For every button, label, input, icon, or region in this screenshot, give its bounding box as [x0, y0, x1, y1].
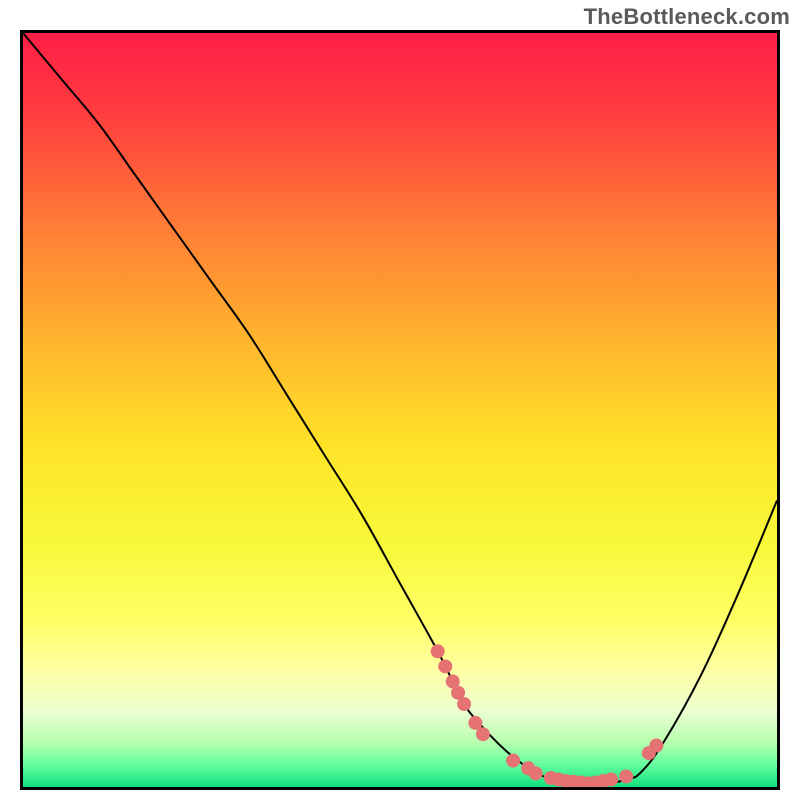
- plot-frame: [20, 30, 780, 790]
- attribution-label: TheBottleneck.com: [584, 4, 790, 30]
- chart-container: TheBottleneck.com: [0, 0, 800, 800]
- background-gradient: [23, 33, 777, 787]
